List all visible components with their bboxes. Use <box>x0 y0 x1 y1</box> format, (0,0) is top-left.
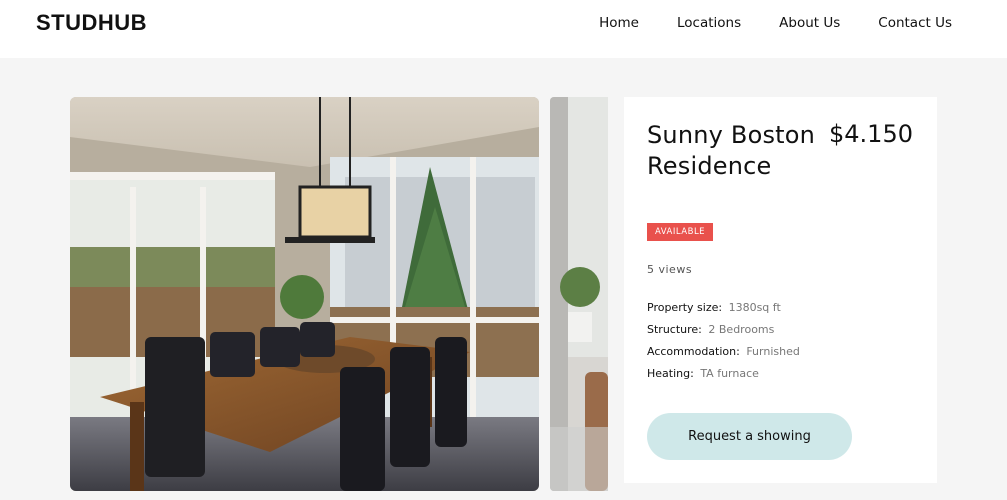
listing-price: $4.150 <box>829 120 913 148</box>
nav-link-home[interactable]: Home <box>599 15 639 31</box>
property-size-value: 1380sq ft <box>728 301 781 314</box>
property-size-label: Property size: <box>647 301 723 314</box>
structure-row: Structure: 2 Bedrooms <box>647 319 800 341</box>
site-logo[interactable]: STUDHUB <box>36 10 147 36</box>
accommodation-value: Furnished <box>746 345 800 358</box>
nav-link-about-us[interactable]: About Us <box>779 15 840 31</box>
next-room-image <box>550 97 608 491</box>
listing-photo-next[interactable] <box>550 97 608 491</box>
status-badge: AVAILABLE <box>647 223 714 241</box>
view-count: 5 views <box>647 263 693 276</box>
site-header: STUDHUB Home Locations About Us Contact … <box>0 0 1007 58</box>
heating-label: Heating: <box>647 367 694 380</box>
listing-photo-main[interactable] <box>70 97 539 491</box>
accommodation-row: Accommodation: Furnished <box>647 341 800 363</box>
listing-title: Sunny Boston Residence <box>647 121 816 180</box>
structure-value: 2 Bedrooms <box>708 323 775 336</box>
property-size-row: Property size: 1380sq ft <box>647 297 800 319</box>
property-details: Property size: 1380sq ft Structure: 2 Be… <box>647 297 800 385</box>
structure-label: Structure: <box>647 323 702 336</box>
listing-info-card: Sunny Boston Residence $4.150 AVAILABLE … <box>624 97 937 483</box>
dining-room-image <box>70 97 539 491</box>
nav-link-contact-us[interactable]: Contact Us <box>878 15 952 31</box>
heating-value: TA furnace <box>700 367 759 380</box>
accommodation-label: Accommodation: <box>647 345 740 358</box>
main-nav: Home Locations About Us Contact Us <box>599 15 952 31</box>
heating-row: Heating: TA furnace <box>647 363 800 385</box>
request-showing-button[interactable]: Request a showing <box>647 413 852 460</box>
nav-link-locations[interactable]: Locations <box>677 15 741 31</box>
